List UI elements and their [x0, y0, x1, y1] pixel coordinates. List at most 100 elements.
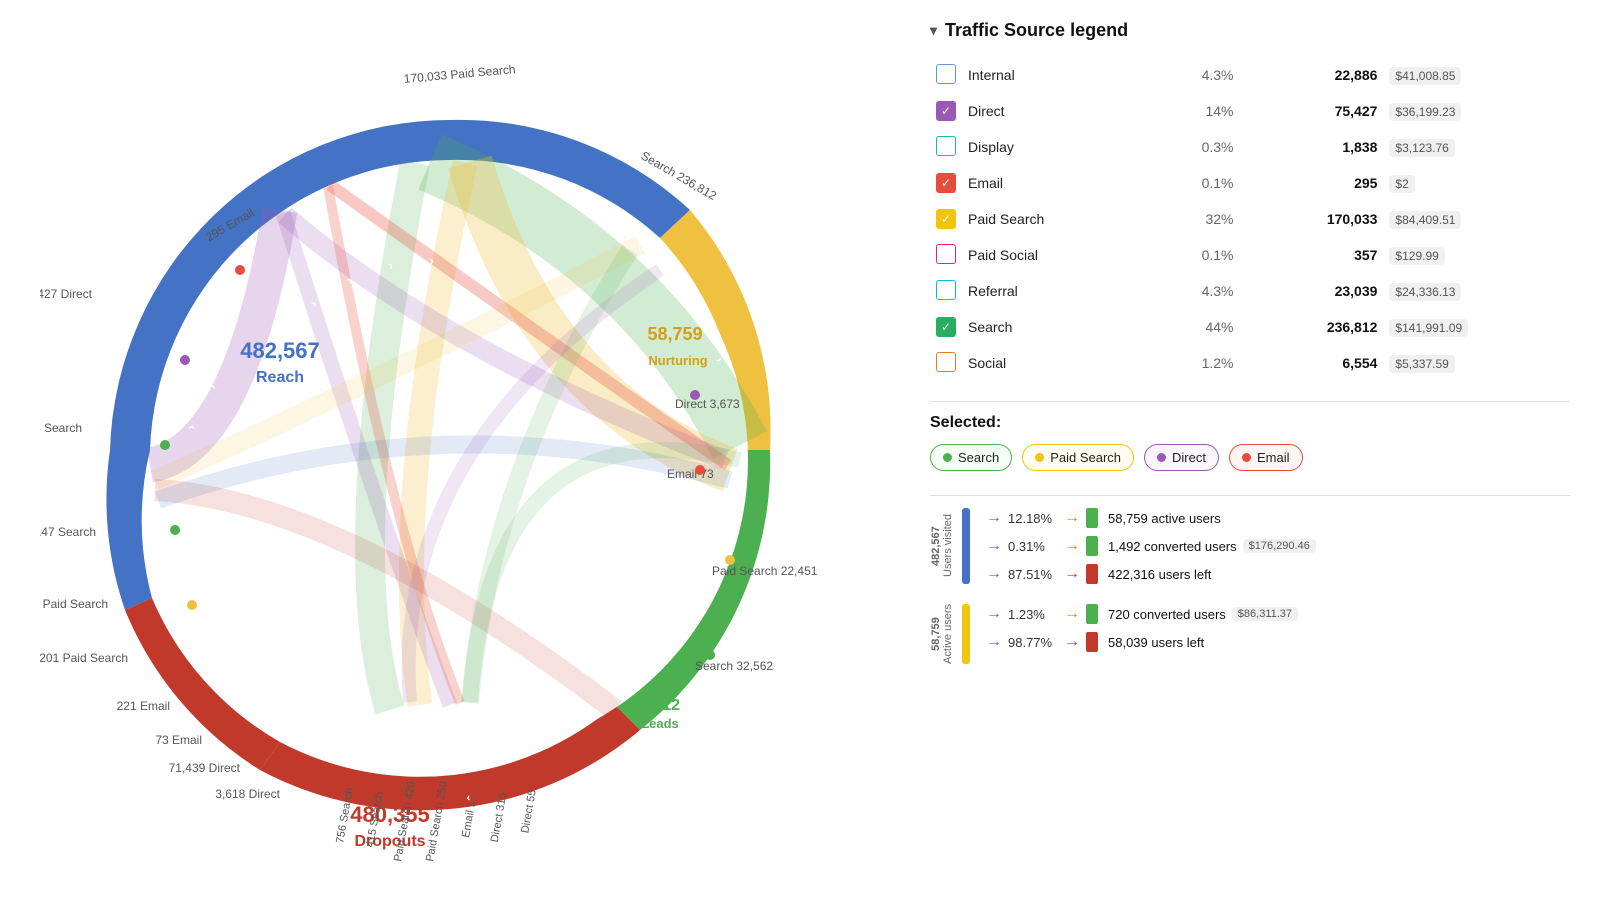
- chip-label: Direct: [1172, 450, 1206, 465]
- legend-num: 75,427: [1240, 93, 1384, 129]
- chip-dot: [1242, 453, 1251, 462]
- legend-name: Paid Social: [962, 237, 1147, 273]
- legend-row: ✓ Paid Search 32% 170,033 $84,409.51: [930, 201, 1570, 237]
- chip-label: Email: [1257, 450, 1290, 465]
- label-email-bottom2: 73 Email: [155, 733, 202, 747]
- legend-money: $2: [1389, 175, 1414, 193]
- flow1-side-text: Users visited: [942, 515, 954, 578]
- legend-row: Display 0.3% 1,838 $3,123.76: [930, 129, 1570, 165]
- selected-chip[interactable]: Paid Search: [1022, 444, 1134, 471]
- divider2: [930, 495, 1570, 496]
- legend-check[interactable]: ✓: [936, 101, 956, 121]
- legend-pct: 0.1%: [1147, 165, 1240, 201]
- chevron-down-icon[interactable]: ▾: [930, 22, 937, 39]
- arrow-right2-icon: →: [1064, 537, 1080, 555]
- legend-money: $129.99: [1389, 247, 1444, 265]
- legend-name: Referral: [962, 273, 1147, 309]
- flow-line: → 87.51% → 422,316 users left: [986, 564, 1570, 584]
- legend-money: $41,008.85: [1389, 67, 1461, 85]
- legend-pct: 32%: [1147, 201, 1240, 237]
- flow2-side-label: Active users 58,759: [930, 604, 954, 664]
- legend-pct: 14%: [1147, 93, 1240, 129]
- legend-check[interactable]: [936, 352, 956, 372]
- result-bar: [1086, 536, 1098, 556]
- flow-result-money: $176,290.46: [1243, 539, 1316, 553]
- result-bar: [1086, 564, 1098, 584]
- legend-header: ▾ Traffic Source legend: [930, 20, 1570, 41]
- legend-pct: 44%: [1147, 309, 1240, 345]
- reach-label: Reach: [256, 369, 304, 386]
- legend-check[interactable]: [936, 244, 956, 264]
- dot-paidsearch-r: [725, 555, 735, 565]
- legend-row: Paid Social 0.1% 357 $129.99: [930, 237, 1570, 273]
- right-panel: ▾ Traffic Source legend Internal 4.3% 22…: [900, 0, 1600, 920]
- chip-dot: [1157, 453, 1166, 462]
- dot-email: [235, 265, 245, 275]
- divider: [930, 401, 1570, 402]
- arrow-right2-icon: →: [1064, 565, 1080, 583]
- flow-pct: 1.23%: [1008, 607, 1058, 622]
- tick-r3: ›: [566, 789, 572, 801]
- reach-segment-2: [106, 450, 152, 610]
- flow2-lines: → 1.23% → 720 converted users $86,311.37…: [986, 604, 1570, 664]
- selected-label: Selected:: [930, 414, 1570, 432]
- arrow-right-icon: →: [986, 537, 1002, 555]
- dot-search2: [170, 525, 180, 535]
- label-direct-bottom4: Direct 55: [519, 789, 538, 834]
- chord-diagram-panel: › › › › › › › › › › › › 482,567 Reach 58…: [0, 0, 900, 920]
- legend-num: 6,554: [1240, 345, 1384, 381]
- label-direct-left: 75,427 Direct: [40, 287, 93, 301]
- flow-result-text: 58,759 active users: [1108, 511, 1221, 526]
- selected-chip[interactable]: Direct: [1144, 444, 1219, 471]
- label-paidsearch-right: Paid Search 22,451: [712, 564, 818, 578]
- flow-result-money: $86,311.37: [1232, 607, 1298, 621]
- legend-money: $24,336.13: [1389, 283, 1461, 301]
- legend-name: Direct: [962, 93, 1147, 129]
- result-bar: [1086, 632, 1098, 652]
- legend-check[interactable]: [936, 64, 956, 84]
- tick-r2: ›: [516, 795, 520, 807]
- label-paidsearch-left2: 22,201 Paid Search: [40, 651, 128, 665]
- legend-row: Referral 4.3% 23,039 $24,336.13: [930, 273, 1570, 309]
- label-paidsearch-left: 147,162 Paid Search: [40, 597, 108, 611]
- flow1-side-label: Users visited 482,567: [930, 508, 954, 584]
- legend-num: 170,033: [1240, 201, 1384, 237]
- flow-line: → 12.18% → 58,759 active users: [986, 508, 1570, 528]
- legend-row: ✓ Email 0.1% 295 $2: [930, 165, 1570, 201]
- leads-label: Leads: [641, 716, 679, 731]
- legend-num: 23,039: [1240, 273, 1384, 309]
- selected-chip[interactable]: Email: [1229, 444, 1303, 471]
- flow1-side-num: 482,567: [930, 526, 942, 566]
- chip-dot: [1035, 453, 1044, 462]
- arrow-right-icon: →: [986, 509, 1002, 527]
- legend-name: Social: [962, 345, 1147, 381]
- legend-money: $141,991.09: [1389, 319, 1468, 337]
- legend-check[interactable]: [936, 280, 956, 300]
- legend-check[interactable]: ✓: [936, 209, 956, 229]
- dot-direct: [180, 355, 190, 365]
- legend-money: $3,123.76: [1389, 139, 1454, 157]
- legend-row: Social 1.2% 6,554 $5,337.59: [930, 345, 1570, 381]
- nurturing-number: 58,759: [647, 324, 702, 344]
- legend-check[interactable]: ✓: [936, 173, 956, 193]
- legend-num: 1,838: [1240, 129, 1384, 165]
- legend-money: $5,337.59: [1389, 355, 1454, 373]
- legend-check[interactable]: ✓: [936, 317, 956, 337]
- arrow-right-icon: →: [986, 605, 1002, 623]
- legend-title: Traffic Source legend: [945, 20, 1128, 41]
- chip-label: Paid Search: [1050, 450, 1121, 465]
- legend-check[interactable]: [936, 136, 956, 156]
- dot-search-r: [705, 650, 715, 660]
- nurturing-label: Nurturing: [648, 353, 707, 368]
- legend-num: 357: [1240, 237, 1384, 273]
- legend-name: Search: [962, 309, 1147, 345]
- flow2-side-text: Active users: [942, 604, 954, 664]
- flow-result-text: 58,039 users left: [1108, 635, 1204, 650]
- dot-direct-r: [690, 390, 700, 400]
- selected-chip[interactable]: Search: [930, 444, 1012, 471]
- chord-diagram: › › › › › › › › › › › › 482,567 Reach 58…: [40, 50, 860, 870]
- legend-pct: 4.3%: [1147, 57, 1240, 93]
- dot-email-r: [695, 465, 705, 475]
- legend-name: Email: [962, 165, 1147, 201]
- flow-result-text: 422,316 users left: [1108, 567, 1211, 582]
